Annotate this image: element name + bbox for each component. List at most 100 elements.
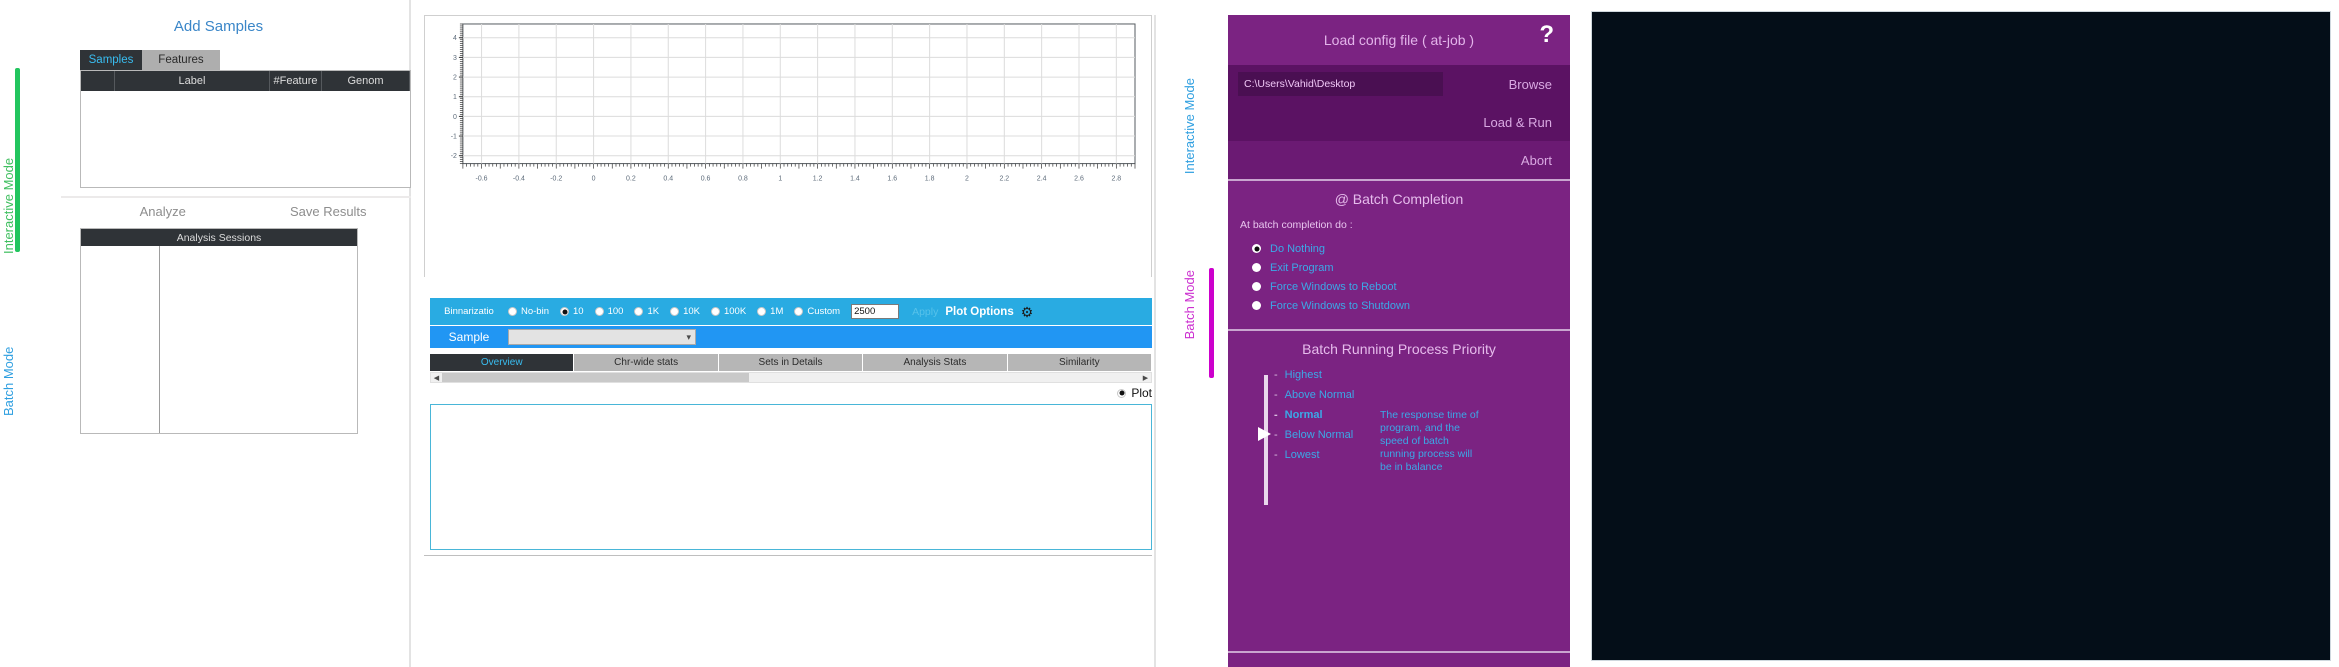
radio-10k-icon[interactable] bbox=[670, 307, 680, 316]
samples-table-body[interactable] bbox=[81, 91, 410, 187]
left-rail-interactive-mode-label[interactable]: Interactive Mode bbox=[1, 64, 16, 254]
svg-text:2.6: 2.6 bbox=[1074, 176, 1084, 183]
svg-text:0.4: 0.4 bbox=[663, 176, 673, 183]
load-and-run-button[interactable]: Load & Run bbox=[1483, 115, 1552, 130]
batch-priority-section: Batch Running Process Priority - Highest… bbox=[1228, 331, 1570, 653]
svg-text:0.2: 0.2 bbox=[626, 176, 636, 183]
svg-text:-0.6: -0.6 bbox=[476, 176, 488, 183]
abort-row[interactable]: Abort bbox=[1228, 141, 1570, 179]
priority-slider-thumb[interactable] bbox=[1258, 427, 1271, 441]
sample-label: Sample bbox=[448, 330, 490, 344]
binarization-option-1m[interactable]: 1M bbox=[757, 306, 783, 317]
plot-radio-row[interactable]: Plot bbox=[430, 385, 1152, 401]
analysis-sessions-body[interactable] bbox=[81, 246, 357, 433]
binarization-custom-input[interactable]: 2500 bbox=[851, 304, 900, 319]
tab-sets-in-details[interactable]: Sets in Details bbox=[718, 354, 864, 371]
radio-no-bin-icon[interactable] bbox=[508, 307, 517, 316]
left-rail-batch-mode-label[interactable]: Batch Mode bbox=[1, 276, 16, 416]
radio-do-nothing-icon[interactable] bbox=[1252, 244, 1261, 253]
chart-card[interactable]: 4 3 2 1 0 -1 -2 -0.6 -0.4 -0.2 0 0.2 0.4 0.6 0.8 1 1.2 1… bbox=[424, 15, 1152, 278]
batch-completion-section: @ Batch Completion At batch completion d… bbox=[1228, 181, 1570, 329]
right-rail-batch-mode-label[interactable]: Batch Mode bbox=[1182, 270, 1197, 339]
radio-force-reboot-icon[interactable] bbox=[1252, 282, 1261, 291]
svg-text:3: 3 bbox=[453, 55, 457, 62]
batch-mode-panel: Load config file ( at-job ) ? C:\Users\V… bbox=[1228, 15, 1570, 667]
radio-custom-icon[interactable] bbox=[794, 307, 804, 316]
radio-10-icon[interactable] bbox=[560, 307, 569, 316]
radio-plot-icon[interactable] bbox=[1117, 388, 1127, 398]
analyze-button[interactable]: Analyze bbox=[80, 204, 246, 226]
option-do-nothing-label: Do Nothing bbox=[1270, 242, 1326, 255]
tab-similarity[interactable]: Similarity bbox=[1007, 354, 1153, 371]
binarization-option-100[interactable]: 100 bbox=[594, 306, 623, 317]
radio-100-icon[interactable] bbox=[594, 307, 604, 316]
option-force-reboot[interactable]: Force Windows to Reboot bbox=[1252, 277, 1570, 296]
tab-chr-wide-stats[interactable]: Chr-wide stats bbox=[574, 354, 719, 371]
plot-options-button[interactable]: Plot Options bbox=[945, 306, 1013, 318]
binarization-option-10-label: 10 bbox=[573, 306, 584, 317]
gear-icon[interactable]: ⚙ bbox=[1021, 305, 1034, 319]
priority-level-lowest[interactable]: - Lowest bbox=[1274, 449, 1320, 461]
config-path-row: C:\Users\Vahid\Desktop Browse bbox=[1228, 65, 1570, 103]
svg-text:0: 0 bbox=[592, 176, 596, 183]
horizontal-scrollbar[interactable]: ◀ ▶ bbox=[430, 372, 1152, 383]
batch-completion-options: Do Nothing Exit Program Force Windows to… bbox=[1252, 239, 1570, 315]
option-force-reboot-label: Force Windows to Reboot bbox=[1270, 280, 1397, 293]
radio-exit-program-icon[interactable] bbox=[1252, 263, 1261, 272]
binarization-option-no-bin[interactable]: No-bin bbox=[508, 306, 549, 317]
abort-button[interactable]: Abort bbox=[1521, 153, 1552, 168]
priority-level-normal-label: Normal bbox=[1284, 409, 1323, 421]
load-run-row[interactable]: Load & Run bbox=[1228, 103, 1570, 141]
scatter-chart[interactable]: 4 3 2 1 0 -1 -2 -0.6 -0.4 -0.2 0 0.2 0.4 0.6 0.8 1 1.2 1… bbox=[425, 16, 1151, 278]
option-exit-program-label: Exit Program bbox=[1270, 261, 1334, 274]
priority-level-highest[interactable]: - Highest bbox=[1274, 369, 1322, 381]
samples-col-feature[interactable]: #Feature bbox=[270, 71, 322, 91]
binarization-option-custom[interactable]: Custom bbox=[794, 306, 840, 317]
samples-features-tabs: Samples Features bbox=[80, 50, 280, 70]
apply-button[interactable]: Apply bbox=[912, 306, 938, 318]
result-tabs: Overview Chr-wide stats Sets in Details … bbox=[430, 354, 1153, 371]
samples-col-select[interactable] bbox=[81, 71, 115, 91]
binarization-option-no-bin-label: No-bin bbox=[521, 306, 549, 317]
plot-output-area[interactable] bbox=[430, 404, 1152, 550]
binarization-option-10[interactable]: 10 bbox=[560, 306, 584, 317]
priority-level-above-normal[interactable]: - Above Normal bbox=[1274, 389, 1354, 401]
radio-1m-icon[interactable] bbox=[757, 307, 767, 316]
analysis-sessions-table[interactable]: Analysis Sessions bbox=[80, 228, 358, 434]
tab-samples[interactable]: Samples bbox=[80, 50, 142, 70]
option-do-nothing[interactable]: Do Nothing bbox=[1252, 239, 1570, 258]
priority-level-normal[interactable]: - Normal bbox=[1274, 409, 1323, 421]
tab-analysis-stats[interactable]: Analysis Stats bbox=[863, 354, 1008, 371]
console-output-panel[interactable] bbox=[1591, 11, 2331, 661]
add-samples-title[interactable]: Add Samples bbox=[28, 18, 409, 35]
binarization-option-100k[interactable]: 100K bbox=[710, 306, 746, 317]
binarization-option-1k[interactable]: 1K bbox=[634, 306, 659, 317]
samples-col-genome[interactable]: Genom bbox=[322, 71, 410, 91]
load-config-title: Load config file ( at-job ) bbox=[1323, 32, 1475, 48]
binarization-option-10k[interactable]: 10K bbox=[670, 306, 700, 317]
radio-100k-icon[interactable] bbox=[710, 307, 720, 316]
right-rail-interactive-mode-label[interactable]: Interactive Mode bbox=[1182, 78, 1197, 174]
samples-col-label[interactable]: Label bbox=[115, 71, 270, 91]
option-force-shutdown[interactable]: Force Windows to Shutdown bbox=[1252, 296, 1570, 315]
help-icon[interactable]: ? bbox=[1539, 21, 1554, 49]
scrollbar-track[interactable] bbox=[442, 373, 1140, 382]
radio-force-shutdown-icon[interactable] bbox=[1252, 301, 1261, 310]
browse-button[interactable]: Browse bbox=[1509, 77, 1552, 92]
scroll-right-arrow-icon[interactable]: ▶ bbox=[1140, 374, 1151, 382]
save-results-button[interactable]: Save Results bbox=[246, 204, 412, 226]
config-path-input[interactable]: C:\Users\Vahid\Desktop bbox=[1238, 72, 1443, 96]
tab-features[interactable]: Features bbox=[142, 50, 220, 70]
application-window: Interactive Mode Batch Mode Add Samples … bbox=[0, 0, 2339, 667]
radio-1k-icon[interactable] bbox=[634, 307, 644, 316]
option-exit-program[interactable]: Exit Program bbox=[1252, 258, 1570, 277]
svg-text:1.2: 1.2 bbox=[813, 176, 823, 183]
scrollbar-thumb[interactable] bbox=[442, 373, 750, 382]
priority-level-below-normal[interactable]: - Below Normal bbox=[1274, 429, 1353, 441]
sample-dropdown[interactable]: ▾ bbox=[508, 329, 696, 345]
scroll-left-arrow-icon[interactable]: ◀ bbox=[431, 374, 442, 382]
right-mode-rail: Interactive Mode Batch Mode bbox=[1178, 0, 1226, 667]
samples-table[interactable]: Label #Feature Genom bbox=[80, 70, 411, 188]
chevron-down-icon[interactable]: ▾ bbox=[686, 332, 691, 343]
tab-overview[interactable]: Overview bbox=[430, 354, 575, 371]
